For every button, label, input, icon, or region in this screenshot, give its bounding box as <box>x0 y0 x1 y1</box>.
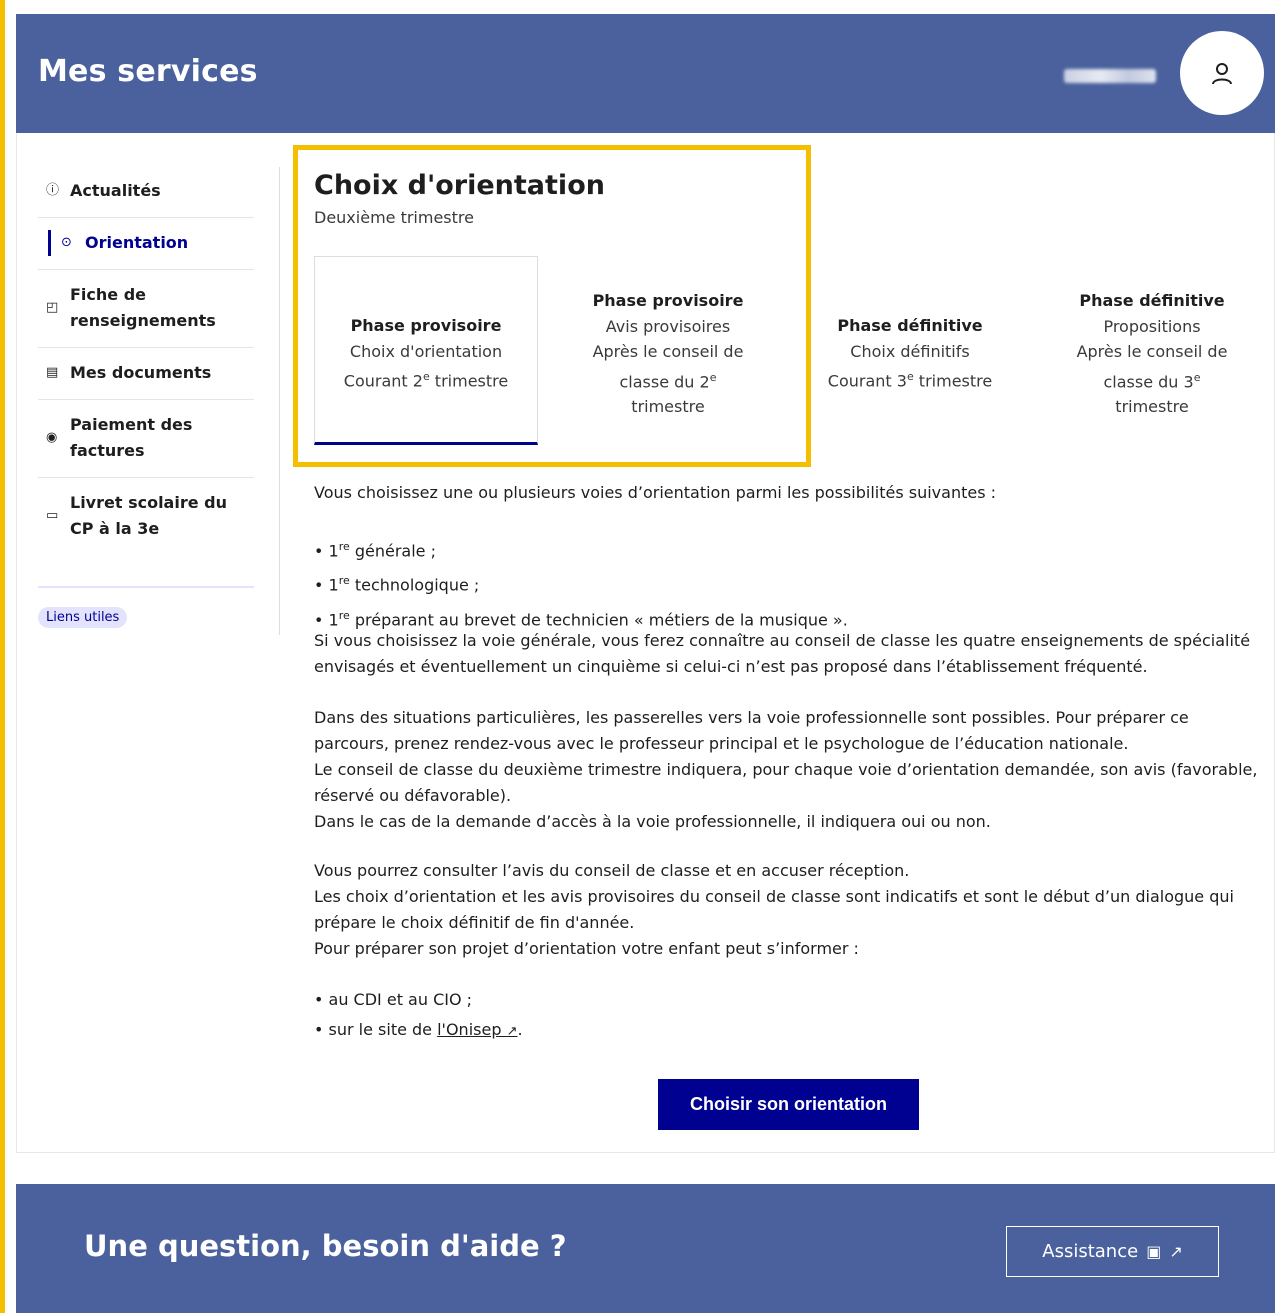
content-title: Choix d'orientation <box>314 170 605 201</box>
phase-step-3[interactable]: Phase définitive Choix définitifs Couran… <box>798 313 1022 394</box>
info-icon: ⓘ <box>46 183 60 198</box>
useful-links-badge[interactable]: Liens utiles <box>38 607 128 628</box>
phase-desc: Choix d'orientation <box>349 341 503 361</box>
list-item: • 1re générale ; <box>314 540 436 561</box>
phase-sup: e <box>709 370 717 384</box>
phase-desc: classe du 3 <box>1103 371 1194 391</box>
user-icon <box>1212 63 1232 85</box>
footer: Une question, besoin d'aide ? Assistance… <box>16 1184 1275 1313</box>
sidebar: ⓘ Actualités ⊙ Orientation ◰ Fiche de re… <box>38 160 254 628</box>
phase-desc: trimestre <box>1115 397 1189 417</box>
user-avatar-button[interactable] <box>1180 31 1264 115</box>
sidebar-item-label: renseignements <box>70 311 216 330</box>
paragraph-2: Dans des situations particulières, les p… <box>314 708 1258 831</box>
footer-title: Une question, besoin d'aide ? <box>84 1229 567 1263</box>
phase-sup: e <box>906 370 914 383</box>
compass-icon: ⊙ <box>61 235 72 250</box>
sidebar-item-fiche[interactable]: ◰ Fiche de renseignements <box>38 270 254 348</box>
phase-desc: Après le conseil de <box>592 342 744 361</box>
phase-desc: Choix définitifs <box>850 341 970 361</box>
phase-desc: trimestre <box>913 371 993 391</box>
sidebar-divider-vertical <box>279 167 280 635</box>
assistance-button[interactable]: Assistance ▣ ↗ <box>1006 1226 1219 1277</box>
list-item: • 1re technologique ; <box>314 574 480 595</box>
active-indicator <box>48 230 51 256</box>
external-link-icon: ↗ <box>1169 1242 1183 1261</box>
phase-step-1[interactable]: Phase provisoire Choix d'orientation Cou… <box>314 313 538 394</box>
username-blurred <box>1064 69 1156 83</box>
phase-desc: Courant 2 <box>343 371 423 391</box>
phase-desc: Avis provisoires <box>605 316 731 336</box>
phase-title: Phase provisoire <box>592 291 744 310</box>
sidebar-item-label: factures <box>70 441 145 460</box>
phase-sup: e <box>1193 370 1201 384</box>
sidebar-item-documents[interactable]: ▤ Mes documents <box>38 348 254 400</box>
info-list: • au CDI et au CIO ; • sur le site de l'… <box>314 985 523 1047</box>
assistance-label: Assistance <box>1042 1241 1139 1262</box>
phase-desc: trimestre <box>429 371 509 391</box>
sidebar-divider <box>38 586 254 588</box>
payment-icon: ◉ <box>46 430 58 445</box>
sidebar-item-label: Paiement des <box>70 415 193 434</box>
left-accent-bar <box>0 0 5 1313</box>
choose-orientation-button[interactable]: Choisir son orientation <box>658 1079 919 1130</box>
sidebar-item-orientation[interactable]: ⊙ Orientation <box>38 218 254 270</box>
header: Mes services <box>16 14 1275 133</box>
sidebar-item-paiement[interactable]: ◉ Paiement des factures <box>38 400 254 478</box>
paragraph-1: Si vous choisissez la voie générale, vou… <box>314 631 1251 676</box>
chat-icon: ▣ <box>1146 1242 1162 1261</box>
page-title: Mes services <box>38 54 258 89</box>
form-icon: ◰ <box>46 300 59 315</box>
phase-desc: Après le conseil de <box>1076 342 1228 361</box>
phase-desc: trimestre <box>631 397 705 417</box>
paragraph-3: Vous pourrez consulter l’avis du conseil… <box>314 861 1234 958</box>
sidebar-item-label: Fiche de <box>70 285 147 304</box>
phase-desc: Propositions <box>1103 316 1201 336</box>
content-subtitle: Deuxième trimestre <box>314 208 474 227</box>
phase-title: Phase définitive <box>837 316 983 335</box>
onisep-link[interactable]: l'Onisep ↗ <box>437 1020 517 1039</box>
phase-sup: e <box>422 370 430 383</box>
sidebar-item-label: Mes documents <box>70 363 212 382</box>
phase-title: Phase provisoire <box>350 316 502 335</box>
phase-title: Phase définitive <box>1079 291 1225 310</box>
external-link-icon: ↗ <box>506 1024 518 1039</box>
intro-text: Vous choisissez une ou plusieurs voies d… <box>314 483 997 502</box>
sidebar-item-livret[interactable]: ▭ Livret scolaire du CP à la 3e <box>38 478 254 542</box>
phase-step-4[interactable]: Phase définitive Propositions Après le c… <box>1040 288 1264 420</box>
list-item: • sur le site de l'Onisep ↗. <box>314 1020 523 1039</box>
bullet-list: • 1re générale ; • 1re technologique ; •… <box>314 532 848 635</box>
book-icon: ▭ <box>46 508 59 523</box>
phase-desc: classe du 2 <box>619 371 710 391</box>
phase-step-2[interactable]: Phase provisoire Avis provisoires Après … <box>556 288 780 420</box>
phase-desc: Courant 3 <box>827 371 907 391</box>
document-icon: ▤ <box>46 365 59 380</box>
sidebar-item-label: Livret scolaire du <box>70 493 227 512</box>
list-item: • au CDI et au CIO ; <box>314 990 473 1009</box>
sidebar-item-label: CP à la 3e <box>70 519 160 538</box>
sidebar-item-label: Actualités <box>70 181 161 200</box>
sidebar-item-actualites[interactable]: ⓘ Actualités <box>38 160 254 218</box>
